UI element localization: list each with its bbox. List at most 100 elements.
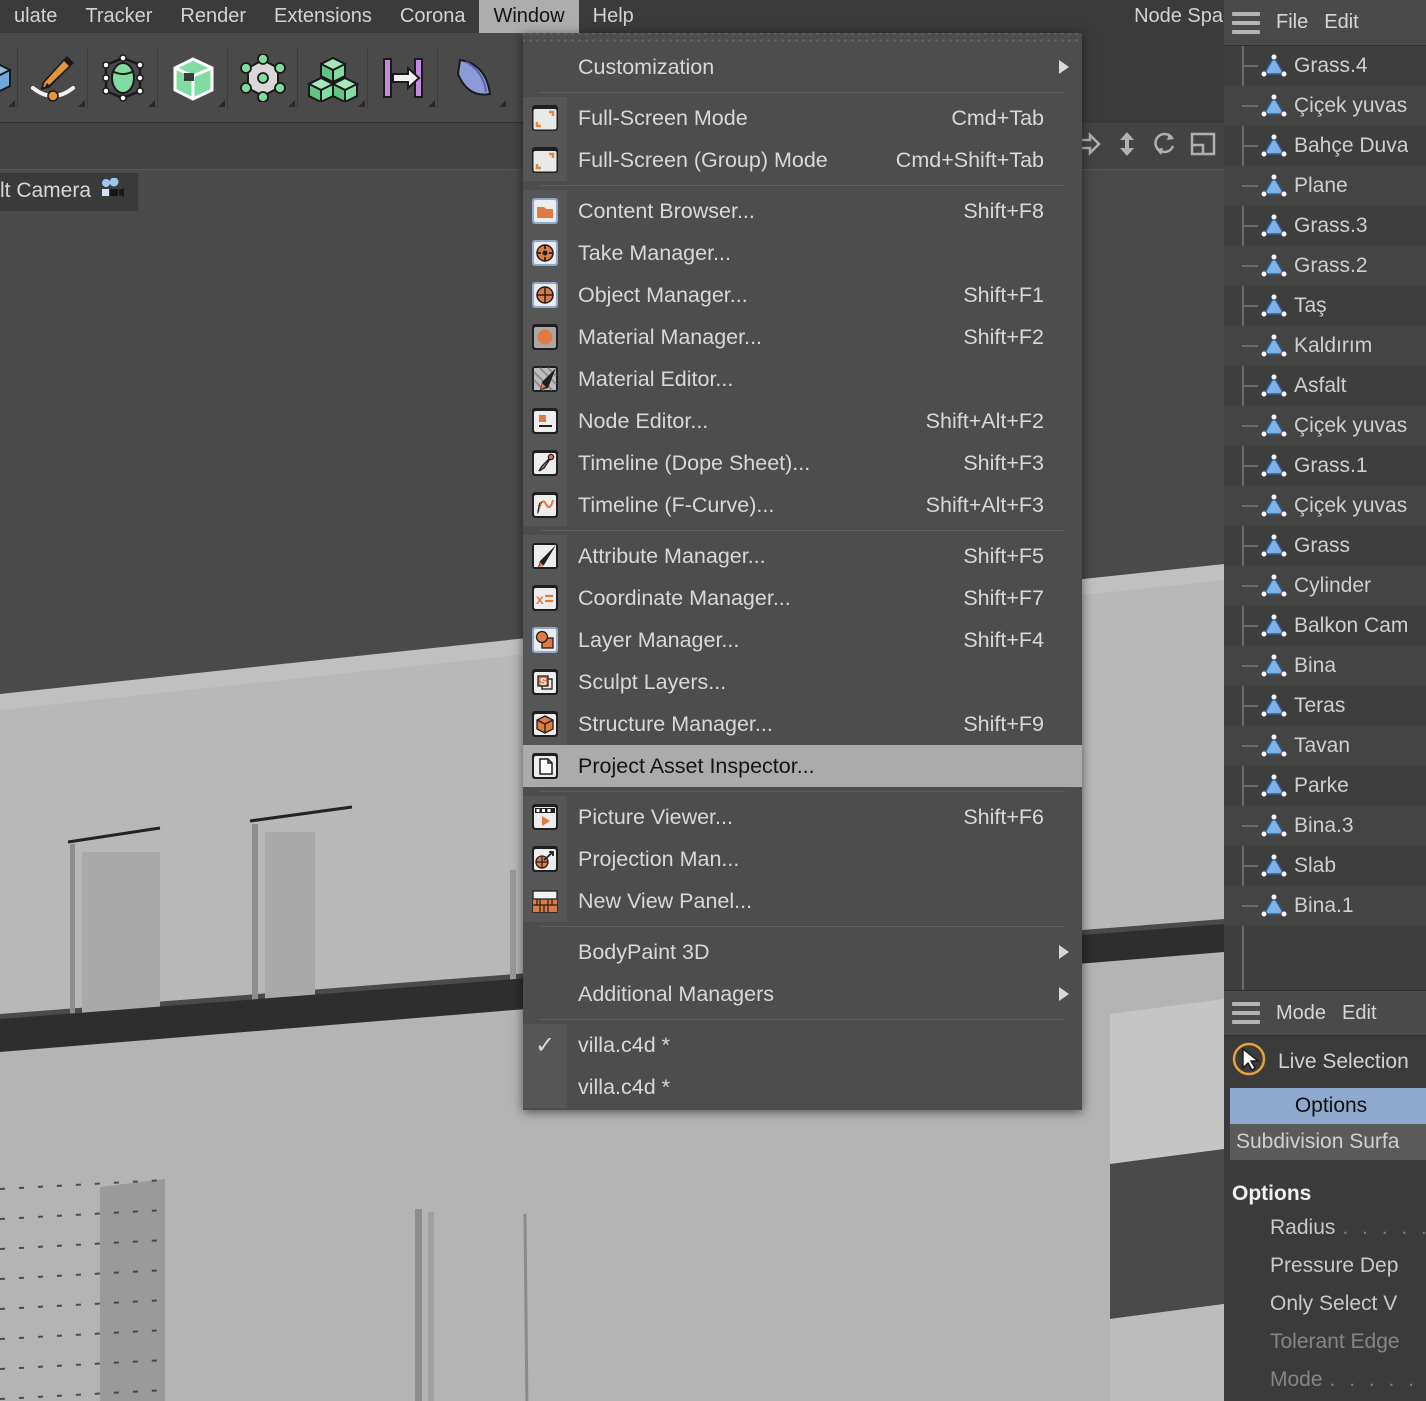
tree-branch <box>1242 545 1258 547</box>
menu-item-document-villa-1[interactable]: ✓ villa.c4d * <box>523 1024 1082 1066</box>
list-item[interactable]: Bina.1 <box>1224 886 1426 926</box>
menu-drag-grip[interactable] <box>523 33 1082 46</box>
object-manager-edit-menu[interactable]: Edit <box>1324 11 1358 34</box>
point-cloud-tool[interactable] <box>228 46 298 109</box>
checkmark-icon: ✓ <box>523 1024 567 1066</box>
list-item[interactable]: Grass.1 <box>1224 446 1426 486</box>
menu-item-extensions[interactable]: Extensions <box>260 0 386 33</box>
attribute-manager-mode-menu[interactable]: Mode <box>1276 1002 1326 1025</box>
menu-item-additional-managers[interactable]: Additional Managers <box>523 973 1082 1015</box>
menu-item-structure-manager[interactable]: Structure Manager... Shift+F9 <box>523 703 1082 745</box>
list-item[interactable]: Cylinder <box>1224 566 1426 606</box>
menu-item-project-asset-inspector[interactable]: Project Asset Inspector... <box>523 745 1082 787</box>
menu-shortcut: Shift+F5 <box>963 543 1044 568</box>
menu-item-timeline-dope-sheet[interactable]: Timeline (Dope Sheet)... Shift+F3 <box>523 442 1082 484</box>
list-item[interactable]: Parke <box>1224 766 1426 806</box>
active-tool-row[interactable]: Live Selection <box>1224 1036 1426 1088</box>
list-item[interactable]: Bina <box>1224 646 1426 686</box>
rotate-icon[interactable] <box>1150 129 1180 159</box>
menu-item-bodypaint-3d[interactable]: BodyPaint 3D <box>523 931 1082 973</box>
menu-item-window[interactable]: Window <box>479 0 579 33</box>
folder-icon <box>523 190 567 232</box>
list-item[interactable]: Bahçe Duva <box>1224 126 1426 166</box>
list-item[interactable]: Slab <box>1224 846 1426 886</box>
menu-item-sculpt-layers[interactable]: S Sculpt Layers... <box>523 661 1082 703</box>
list-item[interactable]: Plane <box>1224 166 1426 206</box>
attribute-manager-edit-menu[interactable]: Edit <box>1342 1002 1376 1025</box>
projection-icon <box>523 838 567 880</box>
tab-options[interactable]: Options <box>1230 1088 1426 1124</box>
menu-item-take-manager[interactable]: Take Manager... <box>523 232 1082 274</box>
menu-item-node-editor[interactable]: Node Editor... Shift+Alt+F2 <box>523 400 1082 442</box>
object-manager-file-menu[interactable]: File <box>1276 11 1308 34</box>
menu-item-material-editor[interactable]: Material Editor... <box>523 358 1082 400</box>
tree-branch <box>1242 585 1258 587</box>
cloner-array-tool[interactable] <box>298 46 368 109</box>
menu-item-coordinate-manager[interactable]: x Coordinate Manager... Shift+F7 <box>523 577 1082 619</box>
viewport-camera-label[interactable]: lt Camera <box>0 173 139 211</box>
menu-item-simulate[interactable]: ulate <box>0 0 71 33</box>
list-item[interactable]: Taş <box>1224 286 1426 326</box>
menu-item-render[interactable]: Render <box>166 0 260 33</box>
list-item[interactable]: Grass.2 <box>1224 246 1426 286</box>
menu-item-layer-manager[interactable]: Layer Manager... Shift+F4 <box>523 619 1082 661</box>
object-name: Plane <box>1294 174 1348 197</box>
menu-item-help[interactable]: Help <box>579 0 648 33</box>
list-item[interactable]: Teras <box>1224 686 1426 726</box>
attribute-icon <box>523 535 567 577</box>
polygon-object-icon <box>1258 412 1290 440</box>
menu-label: villa.c4d * <box>578 1074 671 1099</box>
menu-label: Customization <box>578 54 715 79</box>
menu-item-full-screen-mode[interactable]: Full-Screen Mode Cmd+Tab <box>523 97 1082 139</box>
object-name: Çiçek yuvas <box>1294 94 1408 117</box>
menu-item-full-screen-group-mode[interactable]: Full-Screen (Group) Mode Cmd+Shift+Tab <box>523 139 1082 181</box>
list-item[interactable]: Bina.3 <box>1224 806 1426 846</box>
menu-item-new-view-panel[interactable]: New View Panel... <box>523 880 1082 922</box>
attribute-row-pressure-dependent[interactable]: Pressure Dep <box>1224 1254 1426 1292</box>
menu-item-document-villa-2[interactable]: villa.c4d * <box>523 1066 1082 1108</box>
menu-separator <box>540 185 1065 186</box>
menu-item-projection-man[interactable]: Projection Man... <box>523 838 1082 880</box>
tab-subdivision-surface[interactable]: Subdivision Surfa <box>1230 1124 1426 1160</box>
move-vertical-icon[interactable] <box>1112 129 1142 159</box>
menu-item-object-manager[interactable]: Object Manager... Shift+F1 <box>523 274 1082 316</box>
menu-item-attribute-manager[interactable]: Attribute Manager... Shift+F5 <box>523 535 1082 577</box>
menu-item-material-manager[interactable]: Material Manager... Shift+F2 <box>523 316 1082 358</box>
list-item[interactable]: Balkon Cam <box>1224 606 1426 646</box>
list-item[interactable]: Çiçek yuvas <box>1224 406 1426 446</box>
camera-icon <box>100 177 126 204</box>
boole-cube-tool[interactable] <box>158 46 228 109</box>
align-arrow-tool[interactable] <box>368 46 438 109</box>
menu-label: Full-Screen Mode <box>578 105 748 130</box>
window-menu-dropdown[interactable]: Customization Full-Screen Mode Cmd+Tab F… <box>523 33 1082 1110</box>
list-item[interactable]: Tavan <box>1224 726 1426 766</box>
list-item[interactable]: Çiçek yuvas <box>1224 486 1426 526</box>
attribute-manager-body: Live Selection Options Subdivision Surfa… <box>1224 1036 1426 1401</box>
menu-item-picture-viewer[interactable]: Picture Viewer... Shift+F6 <box>523 796 1082 838</box>
tree-branch <box>1242 825 1258 827</box>
list-item[interactable]: Grass.3 <box>1224 206 1426 246</box>
menu-item-customization[interactable]: Customization <box>523 46 1082 88</box>
menu-item-corona[interactable]: Corona <box>386 0 480 33</box>
deformer-cage-tool[interactable] <box>88 46 158 109</box>
object-manager-list[interactable]: Grass.4 Çiçek yuvas Bahçe Duva Plane Gra… <box>1224 46 1426 990</box>
menu-item-timeline-f-curve[interactable]: f Timeline (F-Curve)... Shift+Alt+F3 <box>523 484 1082 526</box>
menu-item-content-browser[interactable]: Content Browser... Shift+F8 <box>523 190 1082 232</box>
polygon-object-icon <box>1258 572 1290 600</box>
menu-item-tracker[interactable]: Tracker <box>71 0 166 33</box>
list-item[interactable]: Grass <box>1224 526 1426 566</box>
hamburger-icon[interactable] <box>1232 1002 1260 1024</box>
svg-text:S: S <box>540 677 547 688</box>
object-manager-menu-bar: File Edit <box>1224 0 1426 46</box>
layout-panel-icon[interactable] <box>1188 129 1218 159</box>
list-item[interactable]: Çiçek yuvas <box>1224 86 1426 126</box>
cube-blue-tool[interactable] <box>0 46 18 109</box>
attribute-row-radius[interactable]: Radius . . . . . <box>1224 1216 1426 1254</box>
list-item[interactable]: Asfalt <box>1224 366 1426 406</box>
attribute-row-only-select-visible[interactable]: Only Select V <box>1224 1292 1426 1330</box>
list-item[interactable]: Grass.4 <box>1224 46 1426 86</box>
hamburger-icon[interactable] <box>1232 11 1260 34</box>
pen-spline-tool[interactable] <box>18 46 88 109</box>
list-item[interactable]: Kaldırım <box>1224 326 1426 366</box>
bend-surface-tool[interactable] <box>438 47 508 109</box>
